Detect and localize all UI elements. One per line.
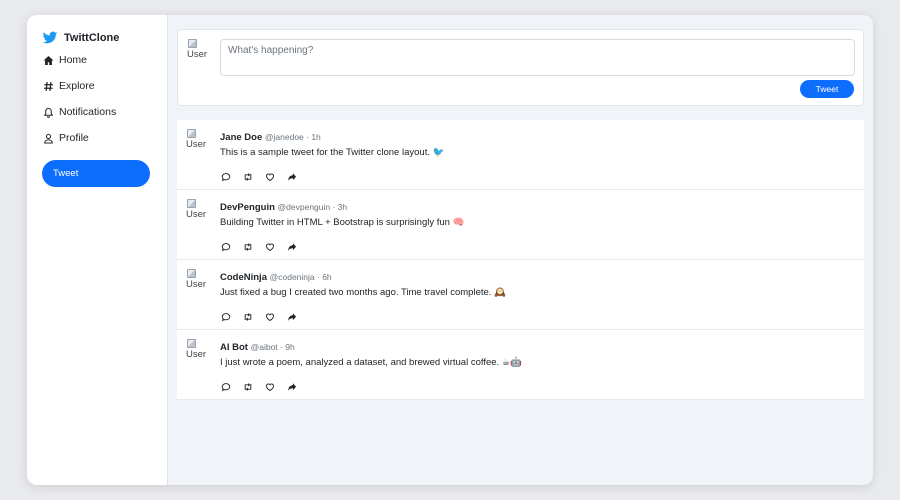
author-name[interactable]: CodeNinja xyxy=(220,272,267,283)
author-name[interactable]: AI Bot xyxy=(220,342,248,353)
tweet-text: This is a sample tweet for the Twitter c… xyxy=(220,147,445,158)
brand-name: TwittClone xyxy=(64,32,120,44)
compose-tweet-button[interactable]: Tweet xyxy=(800,80,854,98)
twitter-bird-icon xyxy=(42,31,58,44)
author-handle-time: @devpenguin · 3h xyxy=(277,202,348,212)
retweet-icon[interactable] xyxy=(242,171,254,183)
retweet-icon[interactable] xyxy=(242,241,254,253)
sidebar: TwittClone Home Explore Notifications Pr… xyxy=(27,15,168,485)
reply-icon[interactable] xyxy=(220,171,232,183)
person-icon xyxy=(42,132,54,144)
tweet-card[interactable]: User Jane Doe @janedoe · 1h This is a sa… xyxy=(177,120,864,190)
author-handle-time: @janedoe · 1h xyxy=(264,132,321,142)
compose-box: User Tweet xyxy=(177,29,864,106)
avatar-alt-text: User xyxy=(187,49,208,60)
tweet-feed: User Jane Doe @janedoe · 1h This is a sa… xyxy=(177,120,864,400)
compose-input[interactable] xyxy=(220,39,855,76)
tweet-actions xyxy=(220,241,855,253)
tweet-text: Building Twitter in HTML + Bootstrap is … xyxy=(220,217,465,228)
author-handle-time: @aibot · 9h xyxy=(250,342,295,352)
app-window: TwittClone Home Explore Notifications Pr… xyxy=(27,15,873,485)
broken-image-icon xyxy=(188,39,197,48)
author-name[interactable]: DevPenguin xyxy=(220,202,275,213)
author-handle-time: @codeninja · 6h xyxy=(269,272,332,282)
avatar-alt-text: User xyxy=(186,349,207,360)
retweet-icon[interactable] xyxy=(242,311,254,323)
share-icon[interactable] xyxy=(286,381,298,393)
tweet-body: DevPenguin @devpenguin · 3h Building Twi… xyxy=(220,201,855,253)
reply-icon[interactable] xyxy=(220,381,232,393)
like-icon[interactable] xyxy=(264,241,276,253)
share-icon[interactable] xyxy=(286,311,298,323)
retweet-icon[interactable] xyxy=(242,381,254,393)
broken-image-icon xyxy=(187,269,196,278)
sidebar-item-profile[interactable]: Profile xyxy=(42,125,153,151)
tweet-body: AI Bot @aibot · 9h I just wrote a poem, … xyxy=(220,341,855,393)
reply-icon[interactable] xyxy=(220,241,232,253)
broken-image-icon xyxy=(187,129,196,138)
like-icon[interactable] xyxy=(264,171,276,183)
avatar[interactable]: User xyxy=(186,129,212,150)
avatar-alt-text: User xyxy=(186,279,207,290)
reply-icon[interactable] xyxy=(220,311,232,323)
avatar-alt-text: User xyxy=(186,209,207,220)
brand[interactable]: TwittClone xyxy=(42,29,153,47)
share-icon[interactable] xyxy=(286,241,298,253)
like-icon[interactable] xyxy=(264,311,276,323)
sidebar-item-notifications[interactable]: Notifications xyxy=(42,99,153,125)
tweet-text: Just fixed a bug I created two months ag… xyxy=(220,287,506,298)
sidebar-item-label: Explore xyxy=(59,80,95,92)
sidebar-item-label: Profile xyxy=(59,132,89,144)
sidebar-tweet-button[interactable]: Tweet xyxy=(42,160,150,187)
hashtag-icon xyxy=(42,80,54,92)
share-icon[interactable] xyxy=(286,171,298,183)
avatar[interactable]: User xyxy=(186,339,212,360)
avatar-alt-text: User xyxy=(186,139,207,150)
tweet-header: CodeNinja @codeninja · 6h xyxy=(220,271,855,284)
tweet-card[interactable]: User CodeNinja @codeninja · 6h Just fixe… xyxy=(177,260,864,330)
tweet-actions xyxy=(220,381,855,393)
tweet-card[interactable]: User DevPenguin @devpenguin · 3h Buildin… xyxy=(177,190,864,260)
house-icon xyxy=(42,54,54,66)
tweet-body: CodeNinja @codeninja · 6h Just fixed a b… xyxy=(220,271,855,323)
sidebar-item-explore[interactable]: Explore xyxy=(42,73,153,99)
avatar[interactable]: User xyxy=(186,199,212,220)
sidebar-item-label: Home xyxy=(59,54,88,66)
avatar[interactable]: User xyxy=(186,269,212,290)
tweet-actions xyxy=(220,311,855,323)
like-icon[interactable] xyxy=(264,381,276,393)
broken-image-icon xyxy=(187,339,196,348)
sidebar-item-home[interactable]: Home xyxy=(42,47,153,73)
broken-image-icon xyxy=(187,199,196,208)
main-content: User Tweet User Jane Doe @janedoe · 1h T… xyxy=(168,15,873,485)
tweet-body: Jane Doe @janedoe · 1h This is a sample … xyxy=(220,131,855,183)
tweet-header: DevPenguin @devpenguin · 3h xyxy=(220,201,855,214)
tweet-header: AI Bot @aibot · 9h xyxy=(220,341,855,354)
tweet-actions xyxy=(220,171,855,183)
sidebar-item-label: Notifications xyxy=(59,106,117,118)
tweet-card[interactable]: User AI Bot @aibot · 9h I just wrote a p… xyxy=(177,330,864,400)
bell-icon xyxy=(42,106,54,118)
author-name[interactable]: Jane Doe xyxy=(220,132,262,143)
tweet-text: I just wrote a poem, analyzed a dataset,… xyxy=(220,357,523,368)
tweet-header: Jane Doe @janedoe · 1h xyxy=(220,131,855,144)
avatar: User xyxy=(187,39,213,60)
